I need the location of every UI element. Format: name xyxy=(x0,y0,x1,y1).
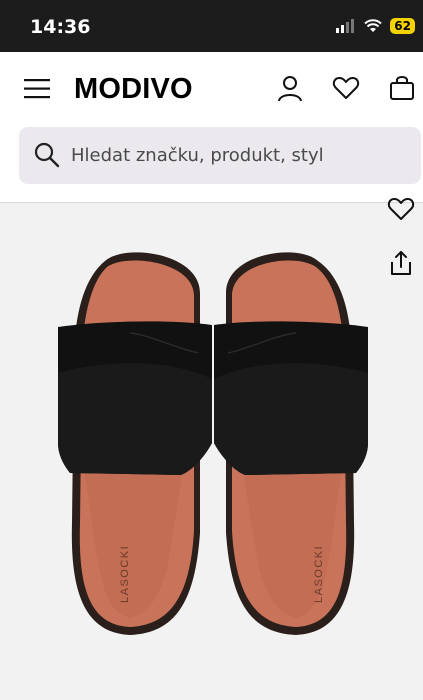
site-header: MODIVO xyxy=(0,52,423,202)
right-sandal: LASOCKI xyxy=(214,252,368,635)
site-logo[interactable]: MODIVO xyxy=(74,73,193,106)
product-image: LASOCKI LASOCKI xyxy=(58,252,368,635)
wishlist-heart-icon[interactable] xyxy=(387,195,415,223)
battery-level: 62 xyxy=(390,18,415,34)
search-icon xyxy=(34,142,60,168)
search-input[interactable] xyxy=(71,127,411,184)
status-time: 14:36 xyxy=(30,16,91,38)
product-gallery[interactable]: LASOCKI LASOCKI xyxy=(0,198,423,700)
status-bar: 14:36 62 xyxy=(0,0,423,52)
bag-icon[interactable] xyxy=(389,74,417,102)
heart-icon[interactable] xyxy=(332,74,360,102)
user-icon[interactable] xyxy=(276,74,304,102)
signal-icon xyxy=(336,19,355,33)
wifi-icon xyxy=(364,19,382,32)
right-sandal-brand: LASOCKI xyxy=(313,545,325,603)
share-icon[interactable] xyxy=(387,249,415,277)
left-sandal-brand: LASOCKI xyxy=(119,545,131,603)
search-box[interactable] xyxy=(19,127,421,184)
status-icons: 62 xyxy=(336,18,415,34)
menu-icon[interactable] xyxy=(24,78,52,100)
left-sandal: LASOCKI xyxy=(58,252,212,635)
